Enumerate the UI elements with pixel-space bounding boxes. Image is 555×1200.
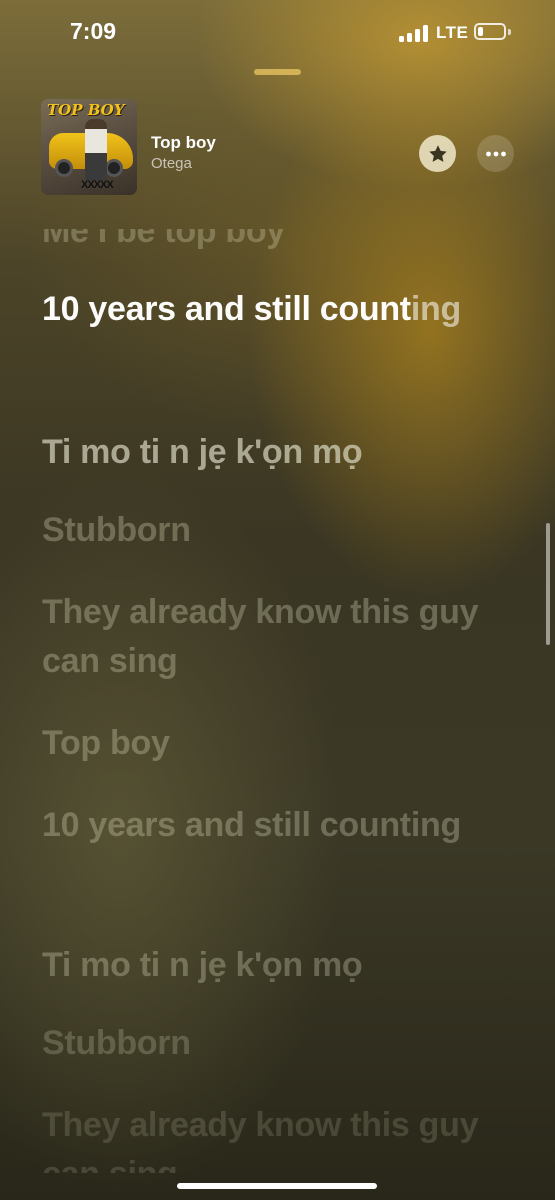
status-bar: 7:09 LTE <box>0 0 555 64</box>
artwork-wheel <box>55 159 73 177</box>
lyric-line[interactable]: Stubborn <box>42 1019 502 1068</box>
cellular-signal-icon <box>399 25 429 42</box>
favorite-button[interactable] <box>419 135 456 172</box>
lyric-unsung-part: ing <box>410 290 461 328</box>
ellipsis-icon <box>485 151 506 156</box>
lyric-line[interactable]: Top boy <box>42 719 502 768</box>
artwork-wheel <box>105 159 123 177</box>
song-artist[interactable]: Otega <box>151 155 192 172</box>
artwork-title: TOP BOY <box>47 101 125 119</box>
sheet-grabber[interactable] <box>254 69 301 75</box>
scroll-indicator[interactable] <box>546 523 550 645</box>
album-artwork[interactable]: TOP BOY XXXXX <box>41 99 137 195</box>
lyric-line[interactable]: Ti mo ti n jẹ k'ọn mọ <box>42 941 502 990</box>
lyrics-screen: 7:09 LTE TOP BOY XXXXX Top boy Otega Me … <box>0 0 555 1200</box>
lyric-line[interactable]: They already know this guy can sing <box>42 588 502 686</box>
lyric-line[interactable]: Ti mo ti n jẹ k'ọn mọ <box>42 428 502 477</box>
lyric-sung-part: 10 years and still count <box>42 290 411 328</box>
artwork-tag: XXXXX <box>81 179 114 191</box>
lyric-line[interactable]: 10 years and still counting <box>42 801 502 850</box>
status-time: 7:09 <box>70 18 117 44</box>
lyric-line-previous[interactable]: Me I be top boy <box>42 229 502 256</box>
home-indicator[interactable] <box>177 1183 377 1189</box>
lyric-line-current[interactable]: 10 years and still counting <box>42 285 502 334</box>
star-icon <box>428 144 447 162</box>
song-title[interactable]: Top boy <box>151 133 216 153</box>
more-options-button[interactable] <box>477 135 514 172</box>
artwork-person <box>85 119 107 181</box>
battery-icon <box>474 23 506 40</box>
network-type: LTE <box>436 23 469 42</box>
lyric-line[interactable]: Stubborn <box>42 506 502 555</box>
battery-level <box>478 27 483 36</box>
battery-tip <box>508 29 511 35</box>
